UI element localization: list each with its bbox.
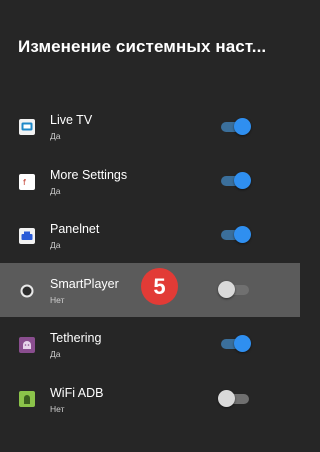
wifi-adb-icon [19, 391, 35, 407]
panelnet-icon [19, 228, 35, 244]
app-status: Нет [50, 295, 65, 305]
app-status: Да [50, 186, 61, 196]
app-status: Да [50, 240, 61, 250]
list-item-panelnet[interactable]: Panelnet Да [0, 209, 300, 263]
toggle-thumb [234, 118, 251, 135]
list-item-tethering[interactable]: Tethering Да [0, 318, 300, 372]
app-name: Panelnet [50, 222, 100, 236]
list-item-live-tv[interactable]: Live TV Да [0, 101, 300, 155]
permission-toggle[interactable] [221, 118, 251, 135]
app-status: Да [50, 131, 61, 141]
toggle-thumb [234, 172, 251, 189]
app-status: Нет [50, 404, 65, 414]
permission-toggle[interactable] [221, 172, 251, 189]
permission-toggle[interactable] [221, 226, 251, 243]
step-number-badge: 5 [141, 268, 178, 305]
app-name: Live TV [50, 113, 93, 127]
app-name: More Settings [50, 168, 128, 182]
svg-text:f: f [23, 178, 26, 187]
list-item-wifi-adb[interactable]: WiFi ADB Нет [0, 372, 300, 426]
app-name: Tethering [50, 331, 102, 345]
toggle-thumb [234, 335, 251, 352]
page-title: Изменение системных наст... [18, 37, 267, 56]
permission-toggle[interactable] [218, 390, 251, 407]
toggle-thumb [218, 281, 235, 298]
permission-toggle[interactable] [221, 335, 251, 352]
header: Изменение системных наст... [0, 0, 300, 95]
app-name: WiFi ADB [50, 386, 104, 400]
smartplayer-icon [19, 283, 35, 299]
list-item-more-settings[interactable]: f More Settings Да [0, 155, 300, 209]
app-name: SmartPlayer [50, 277, 119, 291]
live-tv-icon [19, 119, 35, 135]
more-settings-icon: f [19, 174, 35, 190]
toggle-thumb [234, 226, 251, 243]
permission-toggle[interactable] [218, 281, 251, 298]
app-status: Да [50, 349, 61, 359]
android-icon [19, 337, 35, 353]
toggle-thumb [218, 390, 235, 407]
